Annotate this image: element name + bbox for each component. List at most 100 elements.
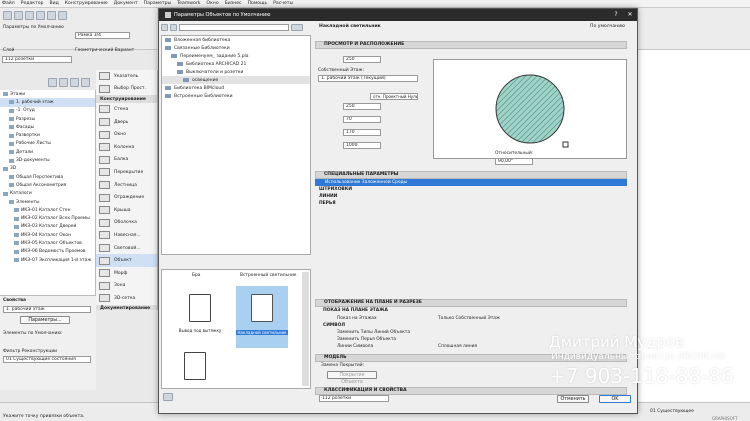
menu-item-5[interactable]: Параметры — [144, 1, 172, 6]
angle-field[interactable]: 90,00° — [495, 158, 533, 165]
nav-item[interactable]: Общая Перспектива — [0, 173, 95, 181]
nav-item[interactable]: 1. рабочий этаж — [0, 98, 95, 107]
layer-combo[interactable]: 112 розетки — [2, 56, 72, 63]
nav-item[interactable]: Каталоги — [0, 190, 95, 198]
cancel-button[interactable]: Отменить — [557, 395, 589, 403]
section-view-placement[interactable]: ПРОСМОТР И РАСПОЛОЖЕНИЕ — [315, 41, 627, 49]
nav-view-icon[interactable] — [59, 78, 68, 87]
height-field[interactable]: 250 — [343, 103, 381, 110]
existing-value[interactable]: 01 Существующее — [650, 409, 694, 414]
tool-item[interactable]: Оболочка — [96, 217, 157, 230]
menu-item-3[interactable]: Конструирование — [65, 1, 108, 6]
nav-item[interactable]: Рабочие Листы — [0, 140, 95, 148]
library-item[interactable]: Библиотека BIMcloud — [162, 84, 310, 92]
tool-item[interactable]: Ограждение — [96, 191, 157, 204]
nav-item[interactable]: Общая Аксонометрия — [0, 181, 95, 189]
menu-item-8[interactable]: Бизнес — [225, 1, 242, 6]
nav-item[interactable]: Фасады — [0, 123, 95, 131]
nav-item[interactable]: 3D — [0, 165, 95, 173]
tool-item[interactable]: Световой... — [96, 242, 157, 255]
menu-item-10[interactable]: Расчеты — [273, 1, 293, 6]
elevation-field[interactable]: 250 — [343, 56, 381, 63]
nav-item[interactable]: ИКЭ-02 Каталог Всех Проемы — [0, 214, 95, 222]
dialog-layer-combo[interactable]: 112 розетки — [319, 395, 389, 402]
save-icon[interactable] — [25, 11, 34, 20]
menu-item-6[interactable]: Teamwork — [177, 1, 200, 6]
menu-item-1[interactable]: Редактор — [21, 1, 44, 6]
props-floor-field[interactable]: 1. рабочий этаж — [3, 306, 91, 313]
open-icon[interactable] — [14, 11, 23, 20]
menu-item-4[interactable]: Документ — [114, 1, 138, 6]
tool-item[interactable]: 3D-сетка — [96, 292, 157, 305]
print-icon[interactable] — [58, 11, 67, 20]
nav-item[interactable]: Разрезы — [0, 115, 95, 123]
close-icon[interactable]: ✕ — [623, 9, 637, 21]
menu-item-2[interactable]: Вид — [49, 1, 58, 6]
tool-item[interactable]: Балка — [96, 154, 157, 167]
tool-item[interactable]: Колонна — [96, 141, 157, 154]
nav-item[interactable]: Развертки — [0, 131, 95, 139]
section-plan[interactable]: ОТОБРАЖЕНИЕ НА ПЛАНЕ И РАЗРЕЗЕ — [315, 299, 627, 307]
library-item[interactable]: Связанные Библиотеки — [162, 44, 310, 52]
tool-item[interactable]: Морф — [96, 267, 157, 280]
toolbox-group[interactable]: Документирование — [96, 304, 157, 310]
params-button[interactable]: Параметры... — [20, 316, 70, 324]
tool-item[interactable]: Зона — [96, 280, 157, 293]
nav-item[interactable]: ИКЭ-04 Каталог Окон — [0, 231, 95, 239]
section-special[interactable]: СПЕЦИАЛЬНЫЕ ПАРАМЕТРЫ — [315, 171, 627, 179]
special-item-2[interactable]: ЛИНИИ — [319, 194, 337, 199]
preview-item-2-selected[interactable]: Накладной светильник — [236, 286, 288, 348]
library-item[interactable]: Встроенные Библиотеки — [162, 92, 310, 100]
special-item-3[interactable]: ПЕРЬЯ — [319, 201, 336, 206]
tool-item[interactable]: Лестница — [96, 179, 157, 192]
section-classif[interactable]: КЛАССИФИКАЦИЯ И СВОЙСТВА — [315, 387, 627, 395]
nav-item[interactable]: ИКЭ-06 Ведомость Проемов — [0, 248, 95, 256]
tool-item[interactable]: Стена — [96, 103, 157, 116]
frame-combo[interactable]: Рамка 3/4 — [75, 32, 130, 39]
nav-item[interactable]: Этажи — [0, 90, 95, 98]
tool-item[interactable]: Навесная... — [96, 229, 157, 242]
relative-field[interactable]: отн. Проектный Нуль — [370, 93, 418, 100]
preview-item-1[interactable]: Вывод под вытяжку — [176, 288, 224, 348]
reno-filter-field[interactable]: 01 Существующие состояния — [3, 356, 91, 363]
tool-item[interactable]: Выбор Прост. — [96, 83, 157, 96]
nav-item[interactable]: -1. Отуд — [0, 107, 95, 115]
nav-project-icon[interactable] — [48, 78, 57, 87]
library-item[interactable]: Переименуем_ задание 5.pla — [162, 52, 310, 60]
b-field[interactable]: 170 — [343, 129, 381, 136]
special-item-0[interactable]: Использование Заложенной Среды — [315, 179, 627, 186]
nav-item[interactable]: ИКЭ-03 Каталог Дверей — [0, 223, 95, 231]
library-item[interactable]: Вложенная библиотека — [162, 36, 310, 44]
folder-icon[interactable] — [170, 24, 177, 31]
tool-item[interactable]: Окно — [96, 128, 157, 141]
new-icon[interactable] — [3, 11, 12, 20]
nav-item[interactable]: ИКЭ-01 Каталог Стен — [0, 206, 95, 214]
toolbox-group[interactable]: Конструирование — [96, 95, 157, 104]
tool-item[interactable]: Крыша — [96, 204, 157, 217]
settings-icon[interactable] — [291, 24, 303, 31]
menu-item-7[interactable]: Окно — [206, 1, 218, 6]
special-item-1[interactable]: ШТРИХОВКИ — [319, 187, 352, 192]
nav-item[interactable]: ИКЭ-05 Каталог Объектов — [0, 239, 95, 247]
tool-item[interactable]: Указатель — [96, 70, 157, 83]
ok-button[interactable]: OK — [599, 395, 631, 403]
nav-item[interactable]: Детали — [0, 148, 95, 156]
nav-layout-icon[interactable] — [70, 78, 79, 87]
redo-icon[interactable] — [47, 11, 56, 20]
tool-item[interactable]: Объект — [96, 254, 157, 267]
search-input[interactable] — [179, 24, 289, 31]
preview-item-3[interactable] — [184, 352, 206, 380]
nav-publish-icon[interactable] — [81, 78, 90, 87]
nav-item[interactable]: Элементы — [0, 198, 95, 206]
menu-item-0[interactable]: Файл — [2, 1, 15, 6]
tool-item[interactable]: Дверь — [96, 116, 157, 129]
tool-item[interactable]: Перекрытие — [96, 166, 157, 179]
grid-view-icon[interactable] — [163, 393, 173, 401]
symbol-line-3-value[interactable]: Сплошная линия — [438, 344, 477, 349]
menu-item-9[interactable]: Помощь — [248, 1, 268, 6]
nav-item[interactable]: 3D-документы — [0, 156, 95, 164]
library-item[interactable]: Выключатели и розетки — [162, 68, 310, 76]
nav-item[interactable]: ИКЭ-07 Экспликация 1-й этаж — [0, 256, 95, 264]
surface-button[interactable]: Покрытия Объекта — [327, 371, 377, 385]
library-item[interactable]: освещение — [162, 76, 310, 84]
